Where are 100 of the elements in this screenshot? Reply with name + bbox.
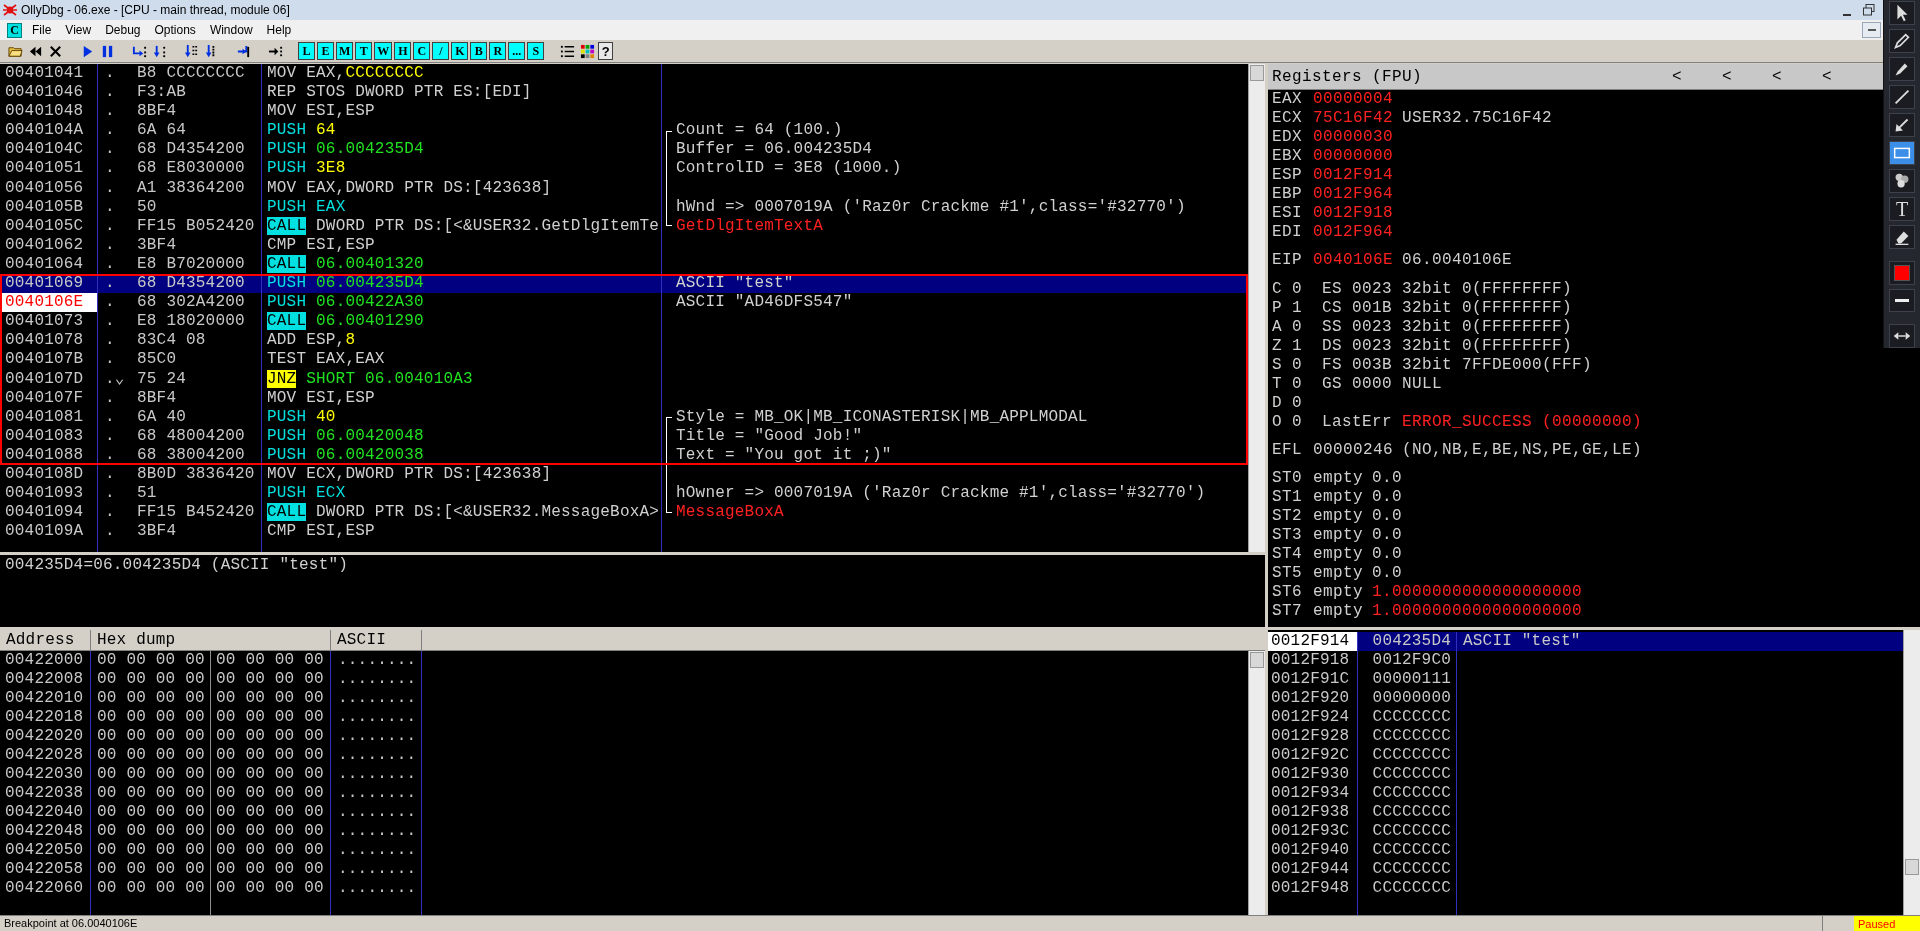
- segment-detail: ES 0023 32bit 0(FFFFFFFF): [1322, 280, 1573, 299]
- address-cell: 0040106E: [0, 293, 98, 313]
- scroll-arrow-button[interactable]: <: [1722, 64, 1773, 89]
- flag-name: Z: [1272, 337, 1283, 356]
- tool-button[interactable]: T: [1889, 197, 1915, 221]
- register-comment: (NO,NB,E,BE,NS,PE,GE,LE): [1402, 441, 1643, 460]
- toolbar-button[interactable]: [578, 42, 597, 60]
- toolbar-button[interactable]: E: [317, 42, 334, 60]
- menu-item[interactable]: Debug: [98, 21, 148, 39]
- scroll-arrow-button[interactable]: <: [1772, 64, 1823, 89]
- ascii-cell: ........: [331, 765, 422, 784]
- address-cell: 00401051: [0, 159, 98, 179]
- ascii-cell: ........: [331, 860, 422, 879]
- tool-button[interactable]: [1889, 29, 1915, 53]
- address-cell: 00401094: [0, 503, 98, 523]
- instruction-cell: CMP ESI,ESP: [262, 235, 662, 255]
- tool-button[interactable]: [1889, 141, 1915, 165]
- instruction-cell: PUSH 06.00420048: [262, 426, 662, 446]
- fpu-tag: empty: [1313, 507, 1372, 526]
- ascii-cell: ........: [331, 784, 422, 803]
- column-header[interactable]: Hex dump: [91, 630, 331, 650]
- scroll-arrow-button[interactable]: <: [1822, 64, 1873, 89]
- tool-button[interactable]: [1889, 113, 1915, 137]
- toolbar-button[interactable]: /: [432, 42, 450, 60]
- hex-cell: 68 D4354200: [137, 274, 262, 294]
- menu-item[interactable]: Options: [147, 21, 203, 39]
- marker-cell-text: .: [104, 407, 116, 427]
- toolbar-button[interactable]: C: [413, 42, 431, 60]
- toolbar-button[interactable]: [182, 42, 200, 60]
- fpu-tag: empty: [1313, 488, 1372, 507]
- hex-cell: 3BF4: [137, 522, 262, 542]
- instruction-cell: PUSH EAX: [262, 197, 662, 217]
- address-cell: 0040104A: [0, 121, 98, 141]
- tool-button[interactable]: [1889, 1, 1915, 25]
- hex-cell: 68 48004200: [137, 426, 262, 446]
- toolbar-button[interactable]: B: [470, 42, 488, 60]
- tool-button[interactable]: [1889, 288, 1915, 312]
- fpu-tag: empty: [1313, 545, 1372, 564]
- restore-icon[interactable]: [1862, 3, 1876, 17]
- segment-detail: DS 0023 32bit 0(FFFFFFFF): [1322, 337, 1573, 356]
- help-button[interactable]: ?: [598, 42, 614, 60]
- instruction-cell: MOV EAX,CCCCCCCC: [262, 64, 662, 84]
- segment-detail: FS 003B 32bit 7FFDE000(FFF): [1322, 356, 1593, 375]
- menu-item[interactable]: Window: [202, 21, 260, 39]
- hex-cell: 83C4 08: [137, 331, 262, 351]
- tool-button[interactable]: [1889, 225, 1915, 249]
- hex-cell: 50: [137, 197, 262, 217]
- value-cell: CCCCCCCC: [1357, 822, 1457, 841]
- address-cell: 00422010: [0, 689, 91, 708]
- bug-icon: [3, 3, 17, 17]
- column-header[interactable]: ASCII: [331, 630, 422, 650]
- register-name: EBP: [1272, 185, 1303, 204]
- hex-cell: 00 00 00 00: [211, 841, 331, 860]
- tool-button[interactable]: [1889, 324, 1915, 348]
- instruction-cell: PUSH 06.004235D4: [262, 274, 662, 294]
- scroll-arrow-button[interactable]: <: [1672, 64, 1723, 89]
- toolbar-button[interactable]: R: [489, 42, 507, 60]
- tool-button[interactable]: [1889, 57, 1915, 81]
- toolbar-button[interactable]: H: [394, 42, 412, 60]
- flag-value: 1: [1292, 337, 1303, 356]
- marker-cell-text: .: [104, 83, 116, 103]
- hex-cell: 00 00 00 00: [211, 803, 331, 822]
- column-header[interactable]: Address: [0, 630, 91, 650]
- toolbar-button[interactable]: M: [336, 42, 354, 60]
- instruction-cell: MOV EAX,DWORD PTR DS:[423638]: [262, 178, 662, 198]
- toolbar-button[interactable]: ...: [508, 42, 526, 60]
- menu-item[interactable]: Help: [259, 21, 299, 39]
- value-cell: CCCCCCCC: [1357, 879, 1457, 898]
- fpu-tag: empty: [1313, 564, 1372, 583]
- comment-cell: ASCII "AD46DFS547": [676, 293, 853, 313]
- toolbar-button[interactable]: L: [298, 42, 315, 60]
- address-cell: 0040107B: [0, 350, 98, 370]
- instruction-cell: PUSH 06.004235D4: [262, 140, 662, 160]
- register-value: 0012F918: [1313, 204, 1394, 223]
- toolbar-button[interactable]: W: [374, 42, 393, 60]
- menu-item[interactable]: File: [25, 21, 59, 39]
- toolbar-button[interactable]: K: [451, 42, 469, 60]
- tool-button[interactable]: [1889, 85, 1915, 109]
- instruction-cell: PUSH 06.00420038: [262, 445, 662, 465]
- selected-row[interactable]: 0012F914 004235D4 ASCII "test": [1268, 632, 1903, 651]
- register-name: ST5: [1272, 564, 1303, 583]
- comment-cell: hWnd => 0007019A ('Raz0r Crackme #1',class='#32770'): [676, 197, 1186, 217]
- minimize-button[interactable]: [1862, 22, 1881, 38]
- address-cell-text: 0012F920: [1270, 689, 1351, 708]
- address-cell: 00422028: [0, 746, 91, 765]
- marker-cell-text: .: [104, 197, 116, 217]
- tool-button[interactable]: [1889, 169, 1915, 193]
- instruction-cell: REP STOS DWORD PTR ES:[EDI]: [262, 83, 662, 103]
- menu-item[interactable]: View: [58, 21, 99, 39]
- register-value: 0040106E: [1313, 251, 1394, 270]
- register-value: 75C16F42: [1313, 109, 1394, 128]
- hex-cell: 00 00 00 00: [211, 651, 331, 670]
- comment-cell: ControlID = 3E8 (1000.): [676, 159, 902, 179]
- toolbar-button[interactable]: T: [355, 42, 373, 60]
- hex-cell: 75 24: [137, 369, 262, 389]
- marker-cell-text: .: [104, 464, 116, 485]
- address-cell-text: 0012F930: [1270, 765, 1351, 784]
- hex-cell: 8B0D 3836420: [137, 464, 262, 485]
- flag-name: C: [1272, 280, 1283, 299]
- toolbar-button[interactable]: S: [527, 42, 545, 60]
